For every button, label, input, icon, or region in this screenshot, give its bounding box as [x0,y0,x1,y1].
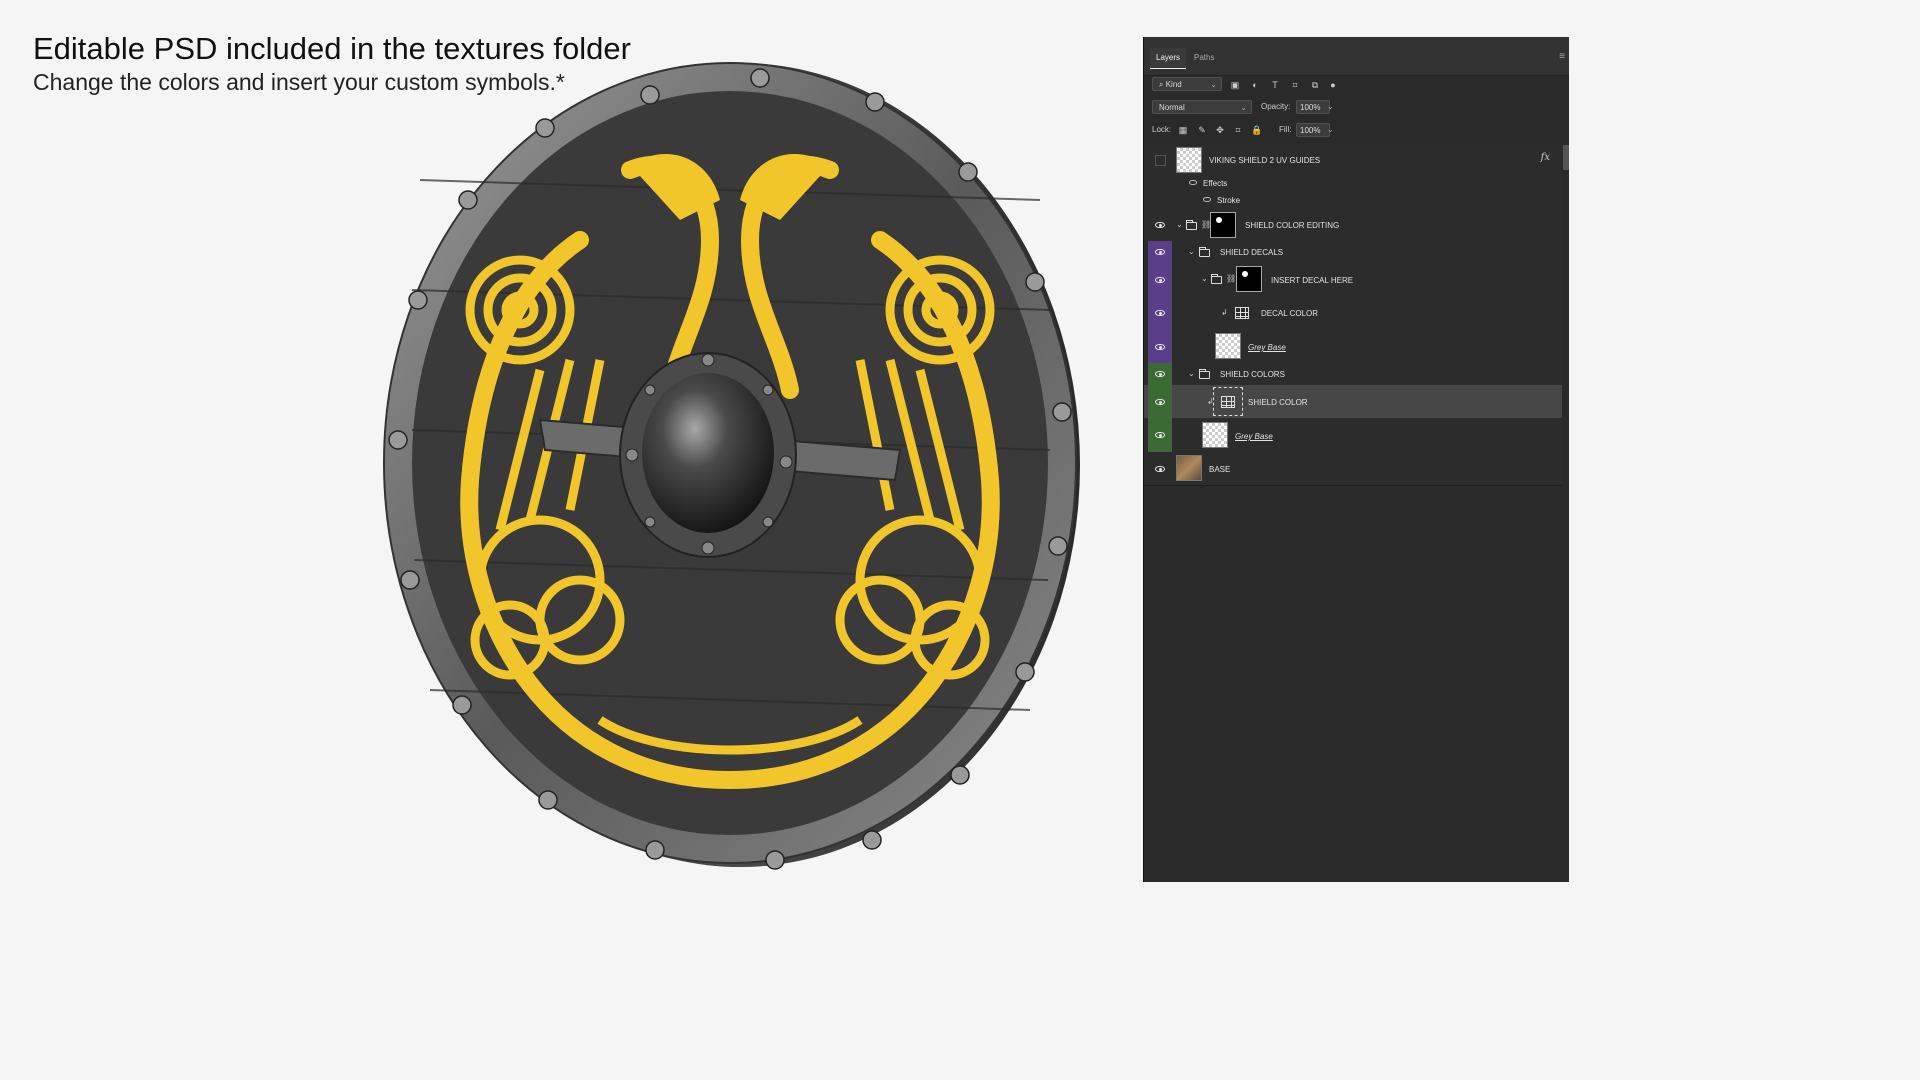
kind-filter-label: Kind [1165,80,1182,89]
layer-group-row[interactable]: ⌄ ⛓ SHIELD COLOR EDITING [1144,209,1562,242]
layers-scrollbar[interactable] [1563,145,1569,170]
layer-thumbnail [1176,455,1202,481]
tab-paths[interactable]: Paths [1188,48,1220,68]
layer-thumbnail [1215,333,1241,359]
lock-row: Lock: ▦ ✎ ✥ ⌗ 🔒 Fill: 100% ⌄ [1144,123,1569,143]
layer-row[interactable]: Grey Base [1144,330,1562,364]
lock-image-pixels-icon[interactable]: ✎ [1197,125,1207,135]
opacity-input[interactable]: 100% [1296,100,1330,114]
shape-layer-filter-icon[interactable]: ⌗ [1290,80,1300,90]
smart-object-filter-icon[interactable]: ⧉ [1310,80,1320,90]
folder-icon [1199,369,1210,379]
layer-name: SHIELD COLOR EDITING [1245,221,1340,230]
adjustment-thumbnail[interactable] [1221,396,1235,408]
eye-icon[interactable] [1155,249,1165,255]
blend-row: Normal ⌄ Opacity: 100% ⌄ [1144,100,1569,120]
layer-row[interactable]: VIKING SHIELD 2 UV GUIDES fx [1144,145,1562,176]
folder-icon [1211,274,1222,284]
layer-name: Grey Base [1248,343,1286,352]
eye-icon[interactable] [1155,344,1165,350]
blend-mode-value: Normal [1159,103,1185,112]
visibility-toggle-off[interactable] [1155,155,1166,166]
layer-row[interactable]: Grey Base [1144,418,1562,453]
fill-label: Fill: [1279,125,1292,134]
fill-dropdown-icon[interactable]: ⌄ [1327,123,1334,137]
eye-icon[interactable] [1155,432,1165,438]
opacity-label: Opacity: [1261,102,1291,111]
shield-image [383,62,1080,870]
chevron-down-icon: ⌄ [1210,80,1217,89]
eye-icon[interactable] [1155,310,1165,316]
layer-name: INSERT DECAL HERE [1271,276,1354,285]
shield-render [380,60,1090,870]
adjustment-thumbnail[interactable] [1235,307,1249,319]
opacity-dropdown-icon[interactable]: ⌄ [1327,100,1334,114]
lock-label: Lock: [1152,125,1172,134]
layer-thumbnail [1176,147,1202,173]
layer-row[interactable]: BASE [1144,452,1562,486]
lock-transparency-icon[interactable]: ▦ [1178,125,1188,135]
mask-thumbnail[interactable] [1210,212,1236,238]
layer-name: VIKING SHIELD 2 UV GUIDES [1209,156,1321,165]
chevron-down-icon[interactable]: ⌄ [1188,248,1195,256]
pixel-layer-filter-icon[interactable]: ▣ [1230,80,1240,90]
blend-mode-select[interactable]: Normal ⌄ [1152,100,1252,114]
selected-thumbnail-frame [1213,387,1243,416]
filter-row: ⌕ Kind ⌄ ▣ ◐ T ⌗ ⧉ ● [1144,77,1569,97]
folder-icon [1186,220,1197,230]
layer-name: BASE [1209,465,1231,474]
adjustment-layer-filter-icon[interactable]: ◐ [1250,80,1260,90]
chevron-down-icon[interactable]: ⌄ [1188,370,1195,378]
mask-thumbnail[interactable] [1236,266,1262,292]
eye-icon[interactable] [1155,277,1165,283]
tab-layers[interactable]: Layers [1150,48,1187,69]
eye-icon[interactable] [1155,399,1165,405]
lock-position-icon[interactable]: ✥ [1215,125,1225,135]
layers-panel: Layers Paths ≡ ⌕ Kind ⌄ ▣ ◐ T ⌗ ⧉ ● Norm… [1143,37,1569,882]
layer-group-row[interactable]: ⌄ ⛓ INSERT DECAL HERE [1144,263,1562,297]
lock-artboard-icon[interactable]: ⌗ [1233,125,1243,135]
eye-icon[interactable] [1203,197,1211,202]
layer-name: SHIELD DECALS [1220,248,1284,257]
layer-fx-icon[interactable]: fx [1541,152,1550,163]
effects-row[interactable]: Effects [1144,175,1562,191]
kind-filter-select[interactable]: ⌕ Kind ⌄ [1152,77,1222,91]
chevron-down-icon[interactable]: ⌄ [1176,221,1183,229]
chevron-down-icon: ⌄ [1240,103,1247,112]
fill-input[interactable]: 100% [1296,123,1330,137]
layer-group-row[interactable]: ⌄ SHIELD COLORS [1144,363,1562,386]
link-icon[interactable]: ⛓ [1226,274,1236,283]
layer-group-row[interactable]: ⌄ SHIELD DECALS [1144,241,1562,264]
panel-menu-icon[interactable]: ≡ [1559,51,1565,62]
shield-boss [642,373,774,533]
eye-icon[interactable] [1155,222,1165,228]
stroke-effect-row[interactable]: Stroke [1144,191,1562,210]
layer-name: DECAL COLOR [1261,309,1319,318]
layer-name: SHIELD COLOR [1248,398,1308,407]
filter-toggle-icon[interactable]: ● [1328,80,1338,90]
search-icon: ⌕ [1159,80,1166,89]
chevron-down-icon[interactable]: ⌄ [1201,275,1208,283]
layer-row[interactable]: ↲ DECAL COLOR [1144,296,1562,331]
layer-row-selected[interactable]: ↲ SHIELD COLOR [1144,385,1562,419]
type-layer-filter-icon[interactable]: T [1270,80,1280,90]
lock-all-icon[interactable]: 🔒 [1251,125,1262,135]
layer-name: Grey Base [1235,432,1273,441]
panel-tabs: Layers Paths ≡ [1144,37,1569,76]
stroke-label: Stroke [1217,196,1241,205]
layer-thumbnail [1202,422,1228,448]
folder-icon [1199,247,1210,257]
effects-label: Effects [1203,179,1228,188]
layer-name: SHIELD COLORS [1220,370,1285,379]
eye-icon[interactable] [1155,371,1165,377]
eye-icon[interactable] [1155,466,1165,472]
clipping-mask-icon: ↲ [1221,308,1228,317]
eye-icon[interactable] [1189,180,1197,185]
